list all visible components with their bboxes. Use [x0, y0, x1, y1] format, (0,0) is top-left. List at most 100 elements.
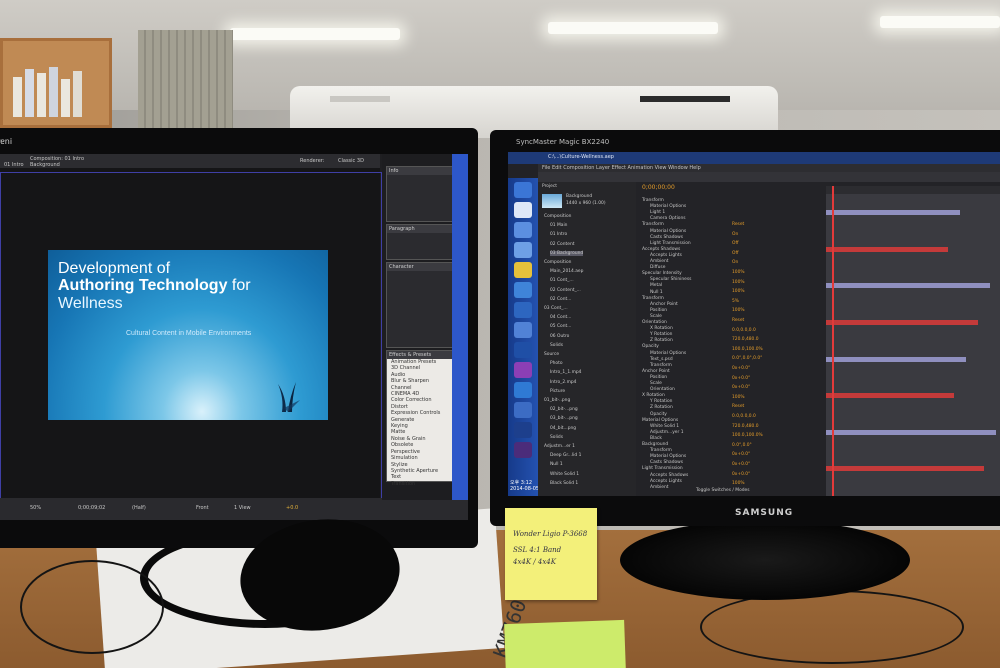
layer-duration-bar[interactable]	[826, 320, 978, 325]
property-value[interactable]: 100%	[732, 395, 745, 400]
start-button-icon[interactable]	[514, 182, 532, 198]
playhead[interactable]	[832, 186, 834, 496]
property-value[interactable]: 100%	[732, 289, 745, 294]
property-value[interactable]: On	[732, 232, 738, 237]
timeline-layer-row[interactable]: X Rotation	[650, 326, 673, 331]
project-item[interactable]: 02 Cont...	[550, 297, 571, 302]
time-ruler[interactable]	[826, 186, 1000, 194]
property-value[interactable]: 100.0,100.0%	[732, 433, 763, 438]
timeline-layer-row[interactable]: Y Rotation	[650, 399, 672, 404]
layer-duration-bar[interactable]	[826, 466, 984, 472]
timeline-layer-row[interactable]: Z Rotation	[650, 405, 673, 410]
timeline-layer-row[interactable]: Ambient	[650, 485, 669, 490]
taskbar-clock[interactable]: 오후 3:12 2014-08-05	[510, 479, 539, 492]
property-value[interactable]: Off	[732, 251, 738, 256]
app-icon[interactable]	[514, 222, 532, 238]
timeline-layer-row[interactable]: Light 1	[650, 210, 665, 215]
timeline-layer-row[interactable]: Opacity	[650, 412, 667, 417]
project-item[interactable]: White Solid 1	[550, 472, 579, 477]
timeline-layer-row[interactable]: Z Rotation	[650, 338, 673, 343]
timeline-layer-row[interactable]: Metal	[650, 283, 662, 288]
project-item[interactable]: 06 Outro	[550, 334, 569, 339]
app-icon[interactable]	[514, 302, 532, 318]
layer-duration-bar[interactable]	[826, 393, 954, 399]
timeline-layer-row[interactable]: Y Rotation	[650, 332, 672, 337]
property-value[interactable]: 0x+0.0°	[732, 385, 750, 390]
timeline-layer-row[interactable]: Material Options	[650, 351, 686, 356]
timeline-layer-row[interactable]: Casts Shadows	[650, 460, 683, 465]
outlook-icon[interactable]	[514, 342, 532, 358]
timeline-layer-row[interactable]: Transform	[650, 363, 672, 368]
project-item[interactable]: Photo	[550, 361, 563, 366]
project-item[interactable]: 05 Cont...	[550, 324, 571, 329]
layer-duration-bar[interactable]	[826, 210, 960, 216]
timeline-layer-row[interactable]: White Solid 1	[650, 424, 679, 429]
project-item[interactable]: 01 Intro	[550, 232, 567, 237]
project-item[interactable]: Null 1	[550, 462, 563, 467]
property-value[interactable]: 100%	[732, 280, 745, 285]
project-item[interactable]: 01 Main	[550, 223, 567, 228]
timeline-layer-row[interactable]: Accepts Lights	[650, 253, 682, 258]
timeline-layer-row[interactable]: Anchor Point	[642, 369, 670, 374]
timeline-layer-row[interactable]: Accepts Shadows	[642, 247, 680, 252]
project-item[interactable]: 01 Cont_...	[550, 278, 574, 283]
property-value[interactable]: On	[732, 260, 738, 265]
timeline-layer-row[interactable]: Scale	[650, 381, 662, 386]
property-value[interactable]: Reset	[732, 318, 744, 323]
project-item[interactable]: Main_2014.aep	[550, 269, 583, 274]
timeline-layer-row[interactable]: Material Options	[650, 229, 686, 234]
property-value[interactable]: 0.0°,0.0°	[732, 443, 752, 448]
panel-title[interactable]: Project	[542, 184, 557, 189]
property-value[interactable]: 0x+0.0°	[732, 366, 750, 371]
timeline-layer-row[interactable]: Transform	[642, 198, 664, 203]
timeline-layer-row[interactable]: Transform	[642, 222, 664, 227]
camera-select[interactable]: Front	[196, 505, 209, 511]
toggle-switches-label[interactable]: Toggle Switches / Modes	[696, 488, 750, 493]
project-item[interactable]: Deep Gr...lid 1	[550, 453, 581, 458]
timeline-layer-row[interactable]: Orientation	[642, 320, 667, 325]
layer-duration-bar[interactable]	[826, 356, 966, 362]
project-item[interactable]: Source	[544, 352, 559, 357]
timeline-layer-row[interactable]: Material Options	[642, 418, 678, 423]
property-value[interactable]: 100%	[732, 308, 745, 313]
timeline-layer-row[interactable]: Transform	[650, 448, 672, 453]
property-value[interactable]: 100%	[732, 270, 745, 275]
after-effects-icon[interactable]	[514, 442, 532, 458]
property-value[interactable]: 720.0,480.0	[732, 424, 759, 429]
explorer-icon[interactable]	[514, 202, 532, 218]
layer-duration-bar[interactable]	[826, 429, 996, 435]
menu-items[interactable]: File Edit Composition Layer Effect Anima…	[542, 165, 701, 171]
timeline-layer-row[interactable]: Position	[650, 308, 667, 313]
timeline-layer-row[interactable]: Null 1	[650, 290, 663, 295]
timeline-layer-row[interactable]: Light Transmission	[642, 466, 683, 471]
project-item[interactable]: 01_bit-..png	[544, 398, 570, 403]
timeline-layer-row[interactable]: Background	[642, 442, 668, 447]
views-select[interactable]: 1 View	[234, 505, 251, 511]
timeline-layer-row[interactable]: Ambient	[650, 259, 669, 264]
timecode[interactable]: 0;00;09;02	[78, 505, 105, 511]
property-value[interactable]: 0x+0.0°	[732, 452, 750, 457]
zoom-select[interactable]: 50%	[30, 505, 41, 511]
timeline-layer-row[interactable]: Transform	[642, 296, 664, 301]
timeline-layer-row[interactable]: Text_s.psd	[650, 357, 673, 362]
app-icon[interactable]	[514, 242, 532, 258]
onenote-icon[interactable]	[514, 362, 532, 378]
project-item[interactable]: 04 Cont...	[550, 315, 571, 320]
property-value[interactable]: 0.0,0.0,0.0	[732, 328, 756, 333]
project-item[interactable]: Intro_1_1.mp4	[550, 370, 581, 375]
timeline-layer-row[interactable]: Black	[650, 436, 662, 441]
timeline-layer-row[interactable]: Diffuse	[650, 265, 665, 270]
project-item[interactable]: 02 Content	[550, 242, 574, 247]
resolution-select[interactable]: (Half)	[132, 505, 146, 511]
property-value[interactable]: 0x+0.0°	[732, 472, 750, 477]
project-item[interactable]: Solids	[550, 343, 563, 348]
app-icon[interactable]	[514, 322, 532, 338]
timeline-layer-row[interactable]: Accepts Lights	[650, 479, 682, 484]
project-item[interactable]: Composition	[544, 214, 571, 219]
timeline-layer-row[interactable]: Material Options	[650, 204, 686, 209]
timeline-layer-row[interactable]: Anchor Point	[650, 302, 678, 307]
effects-item[interactable]: Transition	[387, 481, 461, 487]
timeline-layer-row[interactable]: Light Transmission	[650, 241, 691, 246]
property-value[interactable]: Reset	[732, 222, 744, 227]
project-item[interactable]: Adjustm...er 1	[544, 444, 575, 449]
